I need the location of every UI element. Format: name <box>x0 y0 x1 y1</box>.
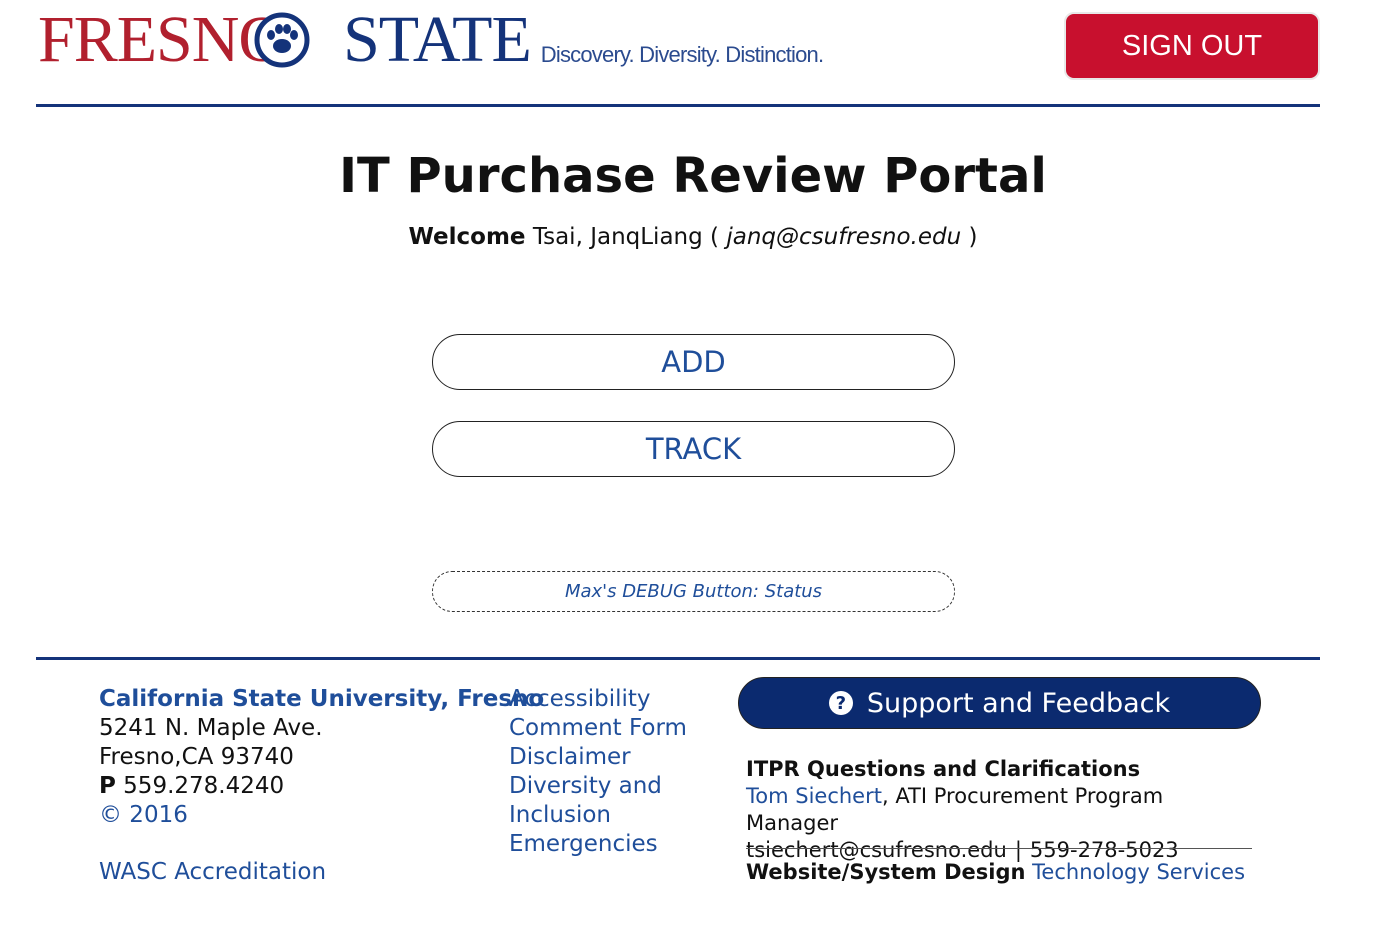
user-email: janq@csufresno.edu <box>726 224 962 250</box>
welcome-label: Welcome <box>408 224 526 250</box>
technology-services-link[interactable]: Technology Services <box>1032 860 1245 884</box>
logo-tagline: Discovery. Diversity. Distinction. <box>540 42 824 67</box>
contact-name-link[interactable]: Tom Siechert <box>746 784 882 808</box>
comment-form-link[interactable]: Comment Form <box>509 714 699 743</box>
open-paren: ( <box>710 224 720 250</box>
accessibility-link[interactable]: Accessibility <box>509 685 699 714</box>
diversity-inclusion-link[interactable]: Diversity and Inclusion <box>509 772 699 830</box>
address-line-1: 5241 N. Maple Ave. <box>99 715 323 741</box>
address-line-2: Fresno,CA 93740 <box>99 744 294 770</box>
itpr-heading: ITPR Questions and Clarifications <box>746 757 1141 781</box>
sign-out-button[interactable]: SIGN OUT <box>1064 12 1320 80</box>
disclaimer-link[interactable]: Disclaimer <box>509 743 699 772</box>
bulldog-paw-icon <box>254 12 310 68</box>
copyright-link[interactable]: © 2016 <box>99 801 544 830</box>
page-title: IT Purchase Review Portal <box>339 148 1047 204</box>
debug-status-button[interactable]: Max's DEBUG Button: Status <box>432 571 955 612</box>
design-credit: Website/System Design Technology Service… <box>746 860 1245 884</box>
design-label: Website/System Design <box>746 860 1026 884</box>
footer-address-block: California State University, Fresno 5241… <box>99 685 544 885</box>
support-feedback-button[interactable]: ? Support and Feedback <box>738 677 1261 729</box>
wasc-accreditation-link[interactable]: WASC Accreditation <box>99 858 326 887</box>
user-name: Tsai, JanqLiang <box>532 224 703 250</box>
contact-line: Tom Siechert, ATI Procurement Program Ma… <box>746 783 1252 837</box>
emergencies-link[interactable]: Emergencies <box>509 830 699 859</box>
footer-links: Accessibility Comment Form Disclaimer Di… <box>509 685 699 859</box>
logo-text-state: STATE <box>343 3 532 76</box>
contact-separator: | <box>1014 838 1022 862</box>
phone-number: 559.278.4240 <box>123 773 285 799</box>
header-divider <box>36 104 1320 107</box>
welcome-message: Welcome Tsai, JanqLiang ( janq@csufresno… <box>0 224 1386 250</box>
track-button[interactable]: TRACK <box>432 421 955 477</box>
phone-line: P 559.278.4240 <box>99 772 544 801</box>
logo-text-fresno: FRESNO <box>38 3 286 76</box>
phone-prefix: P <box>99 773 116 799</box>
contact-email: tsiechert@csufresno.edu <box>746 838 1007 862</box>
footer-divider <box>36 657 1320 660</box>
support-feedback-label: Support and Feedback <box>866 687 1171 719</box>
footer-contact-divider <box>746 848 1252 849</box>
university-link[interactable]: California State University, Fresno <box>99 685 544 714</box>
fresno-state-logo[interactable]: FRESNO STATE Discovery. Diversity. Disti… <box>38 3 824 76</box>
add-button[interactable]: ADD <box>432 334 955 390</box>
contact-phone: 559-278-5023 <box>1029 838 1179 862</box>
question-circle-icon: ? <box>828 691 853 715</box>
page-header: FRESNO STATE Discovery. Diversity. Disti… <box>36 0 1320 108</box>
close-paren: ) <box>968 224 978 250</box>
